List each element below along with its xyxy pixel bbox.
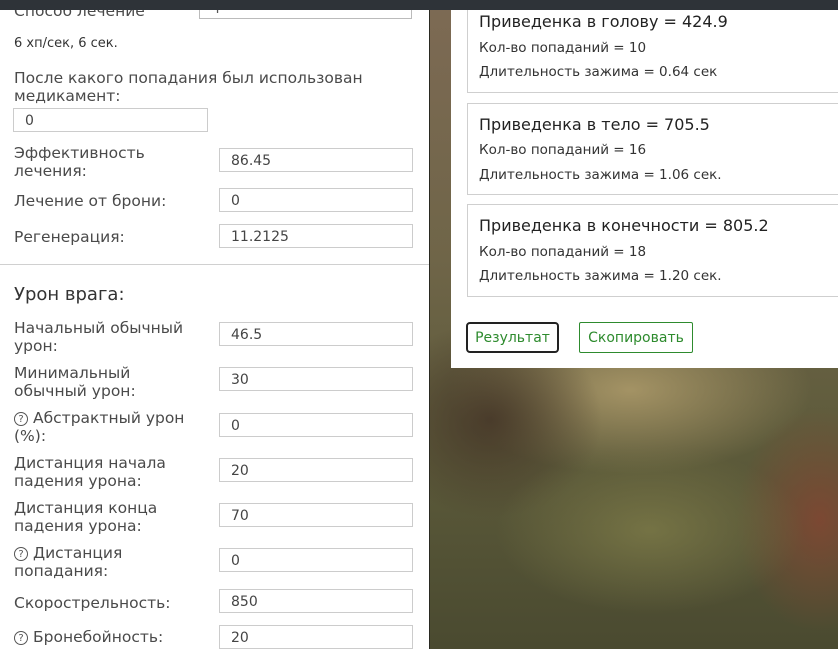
field-label: Минимальный обычный урон: — [14, 364, 136, 400]
enemy-damage-heading: Урон врага: — [14, 284, 125, 305]
help-circle-icon[interactable]: ? — [14, 547, 28, 561]
heal-efficiency-input[interactable]: 86.45 — [219, 148, 413, 172]
falloff-end-input[interactable]: 70 — [219, 503, 413, 527]
armor-heal-input[interactable]: 0 — [219, 188, 413, 212]
field-label-text: Бронебойность: — [33, 628, 164, 646]
help-circle-icon[interactable]: ? — [14, 412, 28, 426]
armor-heal-label: Лечение от брони: — [14, 192, 167, 210]
field-label-text: Абстрактный урон (%): — [14, 409, 185, 445]
field-label: Дистанция конца падения урона: — [14, 499, 158, 535]
falloff-start-input[interactable]: 20 — [219, 458, 413, 482]
heal-rate-text: 6 хп/сек, 6 сек. — [14, 36, 118, 51]
medkit-after-hit-input[interactable]: 0 — [13, 108, 208, 132]
min-damage-input[interactable]: 30 — [219, 367, 413, 391]
left-panel: Способ лечение Армейка ⌄ 6 хп/сек, 6 сек… — [0, 0, 429, 649]
field-label: ? Бронебойность: — [14, 628, 163, 646]
regeneration-label: Регенерация: — [14, 228, 125, 246]
abstract-damage-input[interactable]: 0 — [219, 413, 413, 437]
card-hold: Длительность зажима = 0.64 сек — [479, 64, 718, 80]
result-card-limbs: Приведенка в конечности = 805.2 Кол-во п… — [467, 204, 838, 297]
medkit-label: После какого попадания был использован м… — [14, 69, 363, 105]
card-title: Приведенка в голову = 424.9 — [479, 12, 728, 31]
card-title: Приведенка в тело = 705.5 — [479, 115, 710, 134]
result-card-head: Приведенка в голову = 424.9 Кол-во попад… — [467, 0, 838, 93]
card-hold: Длительность зажима = 1.06 сек. — [479, 167, 722, 183]
help-circle-icon[interactable]: ? — [14, 631, 28, 645]
top-bar — [0, 0, 838, 10]
field-label: Начальный обычный урон: — [14, 319, 184, 355]
field-label: Скорострельность: — [14, 594, 171, 612]
card-hits: Кол-во попаданий = 16 — [479, 142, 647, 158]
hit-distance-input[interactable]: 0 — [219, 548, 413, 572]
armor-penetration-input[interactable]: 20 — [219, 625, 413, 649]
field-label: ? Дистанция попадания: — [14, 544, 174, 580]
section-divider — [0, 264, 429, 265]
heal-efficiency-label: Эффективность лечения: — [14, 144, 145, 180]
field-label-text: Дистанция попадания: — [14, 544, 123, 580]
result-button[interactable]: Результат — [466, 322, 559, 353]
initial-damage-input[interactable]: 46.5 — [219, 322, 413, 346]
card-hits: Кол-во попаданий = 10 — [479, 40, 647, 56]
regeneration-input[interactable]: 11.2125 — [219, 224, 413, 248]
field-label: ? Абстрактный урон (%): — [14, 409, 214, 445]
result-card-body: Приведенка в тело = 705.5 Кол-во попадан… — [467, 103, 838, 195]
card-hits: Кол-во попаданий = 18 — [479, 244, 647, 260]
field-label: Дистанция начала падения урона: — [14, 454, 166, 490]
card-hold: Длительность зажима = 1.20 сек. — [479, 268, 722, 284]
card-title: Приведенка в конечности = 805.2 — [479, 216, 769, 235]
fire-rate-input[interactable]: 850 — [219, 589, 413, 613]
copy-button[interactable]: Скопировать — [579, 322, 693, 353]
